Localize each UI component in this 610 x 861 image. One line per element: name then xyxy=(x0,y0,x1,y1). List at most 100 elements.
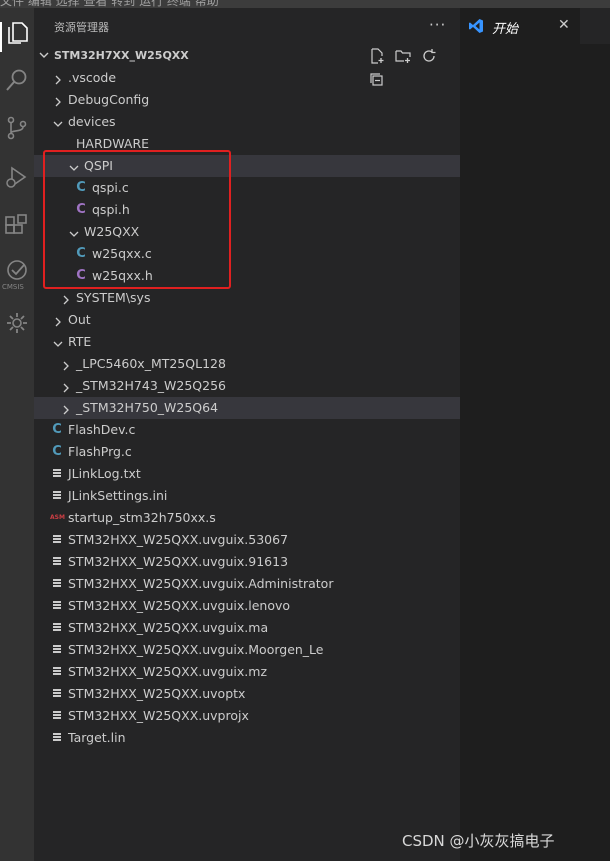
tree-file[interactable]: ASM startup_stm32h750xx.s xyxy=(34,507,460,529)
tree-file[interactable]: C FlashDev.c xyxy=(34,419,460,441)
cmsis-label: CMSIS xyxy=(2,283,24,291)
tree-item-label: W25QXX xyxy=(84,224,140,239)
tree-file[interactable]: STM32HXX_W25QXX.uvprojx xyxy=(34,705,460,727)
tree-file[interactable]: STM32HXX_W25QXX.uvguix.lenovo xyxy=(34,595,460,617)
tree-item-label: RTE xyxy=(68,334,92,349)
source-control-icon[interactable] xyxy=(0,111,34,151)
text-file-icon xyxy=(50,595,64,617)
refresh-icon[interactable] xyxy=(418,46,440,66)
tree-item-label: SYSTEM\sys xyxy=(76,290,151,305)
sidebar-title: 资源管理器 xyxy=(54,21,109,34)
menu-bar: 文件 编辑 选择 查看 转到 运行 终端 帮助 xyxy=(0,0,610,8)
explorer-icon[interactable] xyxy=(0,16,34,56)
tree-file[interactable]: STM32HXX_W25QXX.uvguix.Moorgen_Le xyxy=(34,639,460,661)
tree-file[interactable]: STM32HXX_W25QXX.uvguix.91613 xyxy=(34,551,460,573)
tree-item-label: QSPI xyxy=(84,158,113,173)
tree-folder[interactable]: _STM32H743_W25Q256 xyxy=(34,375,460,397)
tree-folder[interactable]: devices xyxy=(34,111,460,133)
tree-file[interactable]: C FlashPrg.c xyxy=(34,441,460,463)
tree-file[interactable]: STM32HXX_W25QXX.uvguix.mz xyxy=(34,661,460,683)
workspace-section-header[interactable]: STM32H7XX_W25QXX xyxy=(34,44,460,86)
tree-file[interactable]: STM32HXX_W25QXX.uvoptx xyxy=(34,683,460,705)
tree-folder[interactable]: SYSTEM\sys xyxy=(34,287,460,309)
tree-file[interactable]: STM32HXX_W25QXX.uvguix.53067 xyxy=(34,529,460,551)
tree-file[interactable]: Target.lin xyxy=(34,727,460,749)
text-file-icon xyxy=(50,529,64,551)
asm-file-icon: ASM xyxy=(50,514,65,521)
text-file-icon xyxy=(50,485,64,507)
chevron-right-icon xyxy=(60,402,72,415)
file-tree: .vscode DebugConfig devices HARDWARE QSPI Cqs… xyxy=(34,67,460,749)
c-file-icon: C xyxy=(76,246,86,261)
tree-item-label: STM32HXX_W25QXX.uvguix.91613 xyxy=(68,554,289,569)
section-actions xyxy=(366,46,460,86)
tree-item-label: w25qxx.c xyxy=(92,246,152,261)
tree-folder[interactable]: _STM32H750_W25Q64 xyxy=(34,397,460,419)
tree-file[interactable]: Cqspi.c xyxy=(34,177,460,199)
chevron-right-icon xyxy=(52,94,64,107)
tree-item-label: STM32HXX_W25QXX.uvguix.lenovo xyxy=(68,598,291,613)
activity-bar: CMSIS xyxy=(0,8,34,861)
new-folder-icon[interactable] xyxy=(392,46,414,66)
run-debug-icon[interactable] xyxy=(0,160,34,200)
tree-folder[interactable]: HARDWARE xyxy=(34,133,460,155)
explorer-sidebar: 资源管理器 ··· STM32H7XX_W25QXX .vscode DebugC… xyxy=(34,8,460,861)
tree-file[interactable]: Cw25qxx.c xyxy=(34,243,460,265)
tree-item-label: devices xyxy=(68,114,116,129)
tree-item-label: _STM32H743_W25Q256 xyxy=(76,378,226,393)
chevron-right-icon xyxy=(52,72,64,85)
settings-gear-icon[interactable] xyxy=(0,306,34,346)
text-file-icon xyxy=(50,727,64,749)
tree-item-label: STM32HXX_W25QXX.uvguix.Moorgen_Le xyxy=(68,642,324,657)
tree-file[interactable]: JLinkLog.txt xyxy=(34,463,460,485)
text-file-icon xyxy=(50,617,64,639)
chevron-down-icon xyxy=(68,160,80,172)
tree-folder[interactable]: Out xyxy=(34,309,460,331)
tree-item-label: .vscode xyxy=(68,70,117,85)
tab-welcome[interactable]: 开始 ✕ xyxy=(460,8,580,44)
tree-item-label: Target.lin xyxy=(68,730,126,745)
vscode-logo-icon xyxy=(468,18,484,38)
extensions-icon[interactable] xyxy=(0,208,34,248)
tree-file[interactable]: STM32HXX_W25QXX.uvguix.Administrator xyxy=(34,573,460,595)
tree-item-label: DebugConfig xyxy=(68,92,150,107)
tree-folder[interactable]: QSPI xyxy=(34,155,460,177)
editor-tab-bar: 开始 ✕ xyxy=(460,8,610,44)
tree-folder[interactable]: W25QXX xyxy=(34,221,460,243)
tree-item-label: STM32HXX_W25QXX.uvguix.Administrator xyxy=(68,576,334,591)
tree-file[interactable]: Cw25qxx.h xyxy=(34,265,460,287)
tree-item-label: STM32HXX_W25QXX.uvguix.mz xyxy=(68,664,267,679)
tree-folder[interactable]: .vscode xyxy=(34,67,460,89)
menu-fragment: 文件 编辑 选择 查看 转到 运行 终端 帮助 xyxy=(0,0,219,8)
text-file-icon xyxy=(50,661,64,683)
chevron-right-icon xyxy=(52,314,64,327)
editor-area xyxy=(460,44,610,861)
tree-item-label: Out xyxy=(68,312,91,327)
tree-file[interactable]: Cqspi.h xyxy=(34,199,460,221)
text-file-icon xyxy=(50,551,64,573)
tree-item-label: qspi.h xyxy=(92,202,130,217)
tab-label: 开始 xyxy=(492,22,519,37)
close-icon[interactable]: ✕ xyxy=(558,17,570,33)
cmsis-icon[interactable]: CMSIS xyxy=(0,253,34,299)
tree-folder[interactable]: _LPC5460x_MT25QL128 xyxy=(34,353,460,375)
tree-file[interactable]: JLinkSettings.ini xyxy=(34,485,460,507)
text-file-icon xyxy=(50,639,64,661)
c-file-icon: C xyxy=(52,422,62,437)
tree-item-label: startup_stm32h750xx.s xyxy=(68,510,216,525)
tree-item-label: _STM32H750_W25Q64 xyxy=(76,400,219,415)
tree-folder[interactable]: RTE xyxy=(34,331,460,353)
tree-folder[interactable]: DebugConfig xyxy=(34,89,460,111)
more-actions-button[interactable]: ··· xyxy=(429,16,446,34)
tree-item-label: STM32HXX_W25QXX.uvguix.53067 xyxy=(68,532,289,547)
tree-item-label: FlashDev.c xyxy=(68,422,136,437)
workspace-title: STM32H7XX_W25QXX xyxy=(54,49,189,62)
c-file-icon: C xyxy=(52,444,62,459)
sidebar-header: 资源管理器 ··· xyxy=(34,8,460,44)
tree-file[interactable]: STM32HXX_W25QXX.uvguix.ma xyxy=(34,617,460,639)
c-file-icon: C xyxy=(76,180,86,195)
text-file-icon xyxy=(50,463,64,485)
chevron-right-icon xyxy=(60,380,72,393)
new-file-icon[interactable] xyxy=(366,46,388,66)
search-icon[interactable] xyxy=(0,63,34,103)
